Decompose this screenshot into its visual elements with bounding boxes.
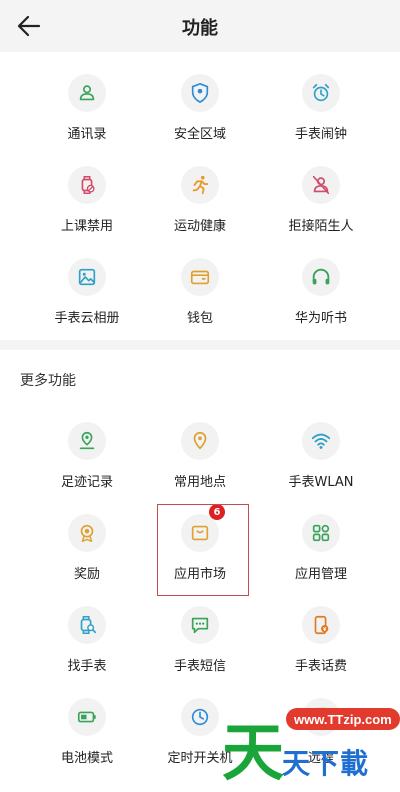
alarm-clock-icon <box>312 83 330 102</box>
feature-label: 上课禁用 <box>60 219 113 234</box>
feature-label: 手表闹钟 <box>294 127 347 142</box>
feature-item[interactable]: 手表闹钟 <box>261 74 381 166</box>
feature-label: 通讯录 <box>67 127 107 142</box>
wifi-icon <box>311 433 331 449</box>
feature-item[interactable]: 手表云相册 <box>27 258 147 350</box>
feature-item[interactable]: 上课禁用 <box>27 166 147 258</box>
feature-item[interactable]: 安全区域 <box>140 74 260 166</box>
reject-stranger-icon <box>312 175 330 195</box>
section-title: 更多功能 <box>20 373 76 389</box>
feature-label: 手表WLAN <box>288 475 354 490</box>
feature-label: 钱包 <box>186 311 213 326</box>
battery-icon <box>77 711 96 723</box>
icon-circle <box>302 606 340 644</box>
feature-label: 拒接陌生人 <box>288 219 354 234</box>
icon-circle <box>302 166 340 204</box>
icon-circle <box>181 606 219 644</box>
headphones-icon <box>312 268 330 285</box>
feature-item[interactable]: 拒接陌生人 <box>261 166 381 258</box>
class-disable-watch-icon <box>81 176 95 194</box>
feature-label: 手表话费 <box>294 659 347 674</box>
icon-circle <box>181 258 219 296</box>
feature-label: 运动健康 <box>173 219 226 234</box>
feature-label: 常用地点 <box>173 475 226 490</box>
wallet-icon <box>190 270 210 285</box>
feature-item[interactable]: 通讯录 <box>27 74 147 166</box>
feature-item[interactable]: 找手表 <box>27 606 147 698</box>
feature-label: 手表云相册 <box>54 311 120 326</box>
footprint-location-icon <box>79 431 95 450</box>
icon-circle <box>68 258 106 296</box>
watermark-text: 天下載 <box>282 747 370 780</box>
icon-circle <box>68 166 106 204</box>
feature-item[interactable]: 电池模式 <box>27 698 147 790</box>
watermark-big-char: 天 <box>222 716 285 789</box>
find-watch-icon <box>80 616 97 634</box>
feature-item[interactable]: 足迹记录 <box>27 422 147 514</box>
medal-icon <box>80 524 94 542</box>
watermark: 天 www.TTzip.com 天下載 <box>210 700 400 792</box>
icon-circle <box>181 422 219 460</box>
icon-circle <box>68 74 106 112</box>
running-icon <box>192 175 209 195</box>
app-grid-icon <box>312 524 330 542</box>
feature-label: 应用管理 <box>294 567 347 582</box>
feature-item[interactable]: 手表短信 <box>140 606 260 698</box>
icon-circle <box>181 74 219 112</box>
feature-label: 手表短信 <box>173 659 226 674</box>
feature-label: 足迹记录 <box>60 475 113 490</box>
message-bubble-icon <box>191 617 209 634</box>
feature-label: 华为听书 <box>294 311 347 326</box>
icon-circle <box>302 258 340 296</box>
top-bar: 功能 <box>0 0 400 52</box>
feature-item[interactable]: 奖励 <box>27 514 147 606</box>
icon-circle <box>68 514 106 552</box>
timer-clock-icon <box>191 708 209 726</box>
icon-circle <box>68 606 106 644</box>
feature-label: 应用市场 <box>173 567 226 582</box>
watermark-url: www.TTzip.com <box>286 708 400 730</box>
feature-item[interactable]: 运动健康 <box>140 166 260 258</box>
feature-item[interactable]: 应用管理 <box>261 514 381 606</box>
feature-label: 奖励 <box>73 567 100 582</box>
feature-item[interactable]: 6 应用市场 <box>140 504 260 606</box>
photo-album-icon <box>78 268 96 286</box>
safe-zone-icon <box>191 82 209 104</box>
phone-bill-icon <box>314 615 329 635</box>
icon-circle <box>68 698 106 736</box>
icon-circle <box>302 422 340 460</box>
icon-circle: 6 <box>181 504 225 552</box>
feature-item[interactable]: 常用地点 <box>140 422 260 514</box>
app-market-bag-icon <box>191 525 209 541</box>
feature-item[interactable]: 手表话费 <box>261 606 381 698</box>
feature-label: 找手表 <box>67 659 107 674</box>
feature-item[interactable]: 钱包 <box>140 258 260 350</box>
page-title: 功能 <box>182 18 218 39</box>
feature-card: 通讯录 安全区域 手表闹钟上课禁用 运动健康 拒接陌生人手表云相册 钱包 华为听书 <box>0 52 400 340</box>
contacts-icon <box>79 85 95 101</box>
feature-label: 安全区域 <box>173 127 226 142</box>
icon-circle <box>302 514 340 552</box>
icon-circle <box>302 74 340 112</box>
feature-item[interactable]: 华为听书 <box>261 258 381 350</box>
feature-item[interactable]: 手表WLAN <box>261 422 381 514</box>
map-pin-icon <box>193 431 207 450</box>
feature-label: 电池模式 <box>60 751 113 766</box>
notification-badge: 6 <box>209 504 225 520</box>
icon-circle <box>181 166 219 204</box>
icon-circle <box>68 422 106 460</box>
